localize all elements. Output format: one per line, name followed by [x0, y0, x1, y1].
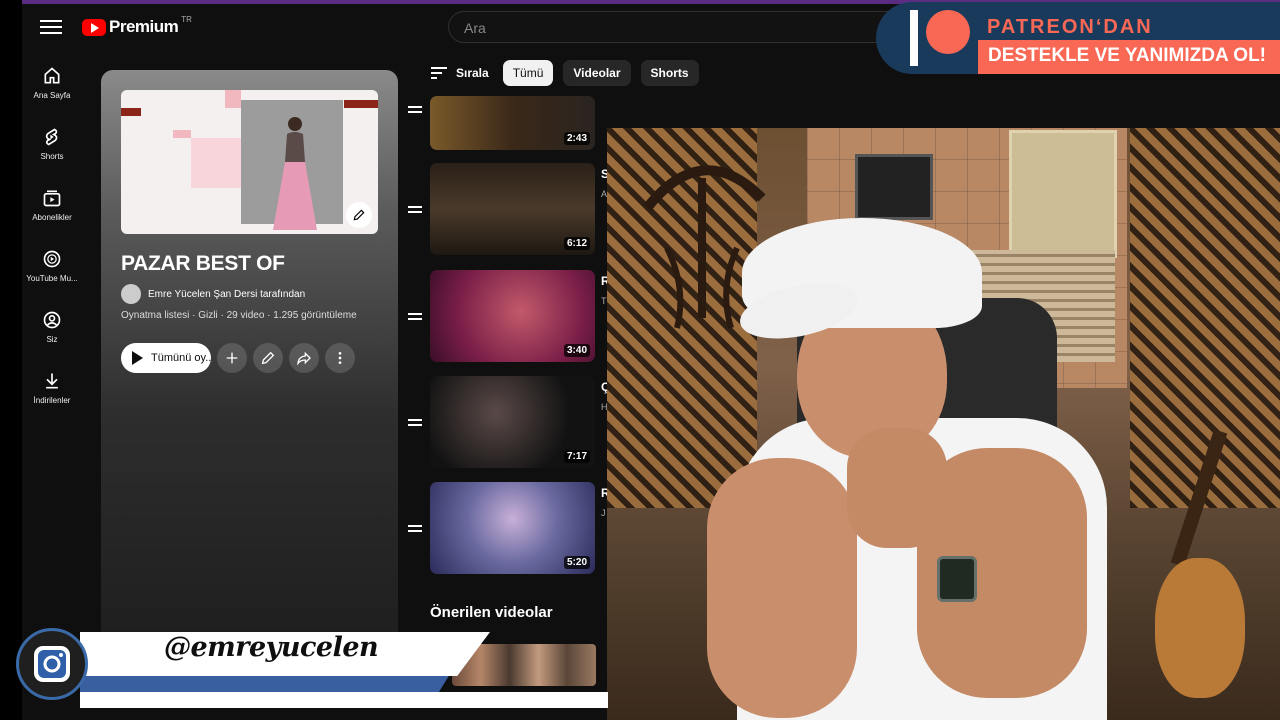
duration-badge: 2:43 — [563, 132, 590, 145]
drag-handle-icon[interactable] — [408, 310, 422, 323]
plus-icon — [226, 352, 238, 364]
patreon-line2: DESTEKLE VE YANIMIZDA OL! — [988, 45, 1266, 66]
duration-badge: 6:12 — [563, 237, 590, 250]
left-black-strip — [0, 0, 22, 720]
sidebar-item-home[interactable]: Ana Sayfa — [22, 66, 82, 100]
instagram-handle: @emreyucelen — [164, 632, 379, 663]
person-hands — [847, 428, 947, 548]
video-thumbnail[interactable]: 7:17 — [430, 376, 595, 468]
patreon-logo-circle — [926, 10, 970, 54]
menu-icon[interactable] — [40, 16, 62, 38]
share-button[interactable] — [289, 343, 319, 373]
duration-badge: 5:20 — [563, 556, 590, 569]
patreon-logo-bar — [910, 10, 918, 66]
gold-play-button-award — [1009, 130, 1117, 258]
play-all-label: Tümünü oy... — [151, 352, 211, 364]
video-thumbnail[interactable]: 2:43 — [430, 96, 595, 150]
drag-handle-icon[interactable] — [408, 522, 422, 535]
youtube-premium-logo[interactable]: Premium TR — [82, 14, 192, 37]
webcam-overlay — [607, 128, 1280, 720]
banner-blue-stripe — [80, 674, 450, 692]
smartwatch — [937, 556, 977, 602]
sidebar-item-label: Shorts — [40, 152, 64, 161]
pencil-icon — [261, 351, 275, 365]
list-item[interactable]: 3:40 R T — [406, 270, 607, 366]
playlist-owner[interactable]: Emre Yücelen Şan Dersi tarafından — [121, 284, 305, 304]
play-icon — [132, 351, 143, 365]
instagram-icon — [34, 646, 70, 682]
drag-handle-icon[interactable] — [408, 203, 422, 216]
playlist-thumbnail[interactable] — [121, 90, 378, 234]
chip-shorts[interactable]: Shorts — [640, 60, 699, 86]
youtube-music-icon — [43, 250, 61, 268]
sidebar-item-you[interactable]: Siz — [22, 310, 82, 344]
list-item[interactable]: 7:17 Ç H — [406, 376, 607, 472]
logo-country-code: TR — [181, 14, 192, 24]
instagram-banner: @emreyucelen — [16, 628, 608, 710]
list-item[interactable]: 5:20 R J — [406, 482, 607, 578]
sidebar-item-label: İndirilenler — [33, 396, 71, 405]
playlist-title: PAZAR BEST OF — [121, 252, 285, 275]
list-item[interactable]: 2:43 — [406, 59, 606, 151]
playlist-meta: Oynatma listesi · Gizli · 29 video · 1.2… — [121, 310, 357, 321]
person-arm-left — [707, 458, 857, 718]
video-thumbnail[interactable]: 6:12 — [430, 163, 595, 255]
banner-white-stripe — [80, 692, 608, 708]
silver-play-button-award — [855, 154, 933, 220]
share-icon — [297, 351, 311, 366]
logo-text: Premium — [109, 17, 179, 36]
pencil-icon — [353, 209, 365, 221]
suggested-heading: Önerilen videolar — [430, 604, 553, 621]
download-icon — [46, 373, 58, 389]
drag-handle-icon[interactable] — [408, 416, 422, 429]
performer-figure — [273, 117, 317, 230]
sidebar-item-label: YouTube Mu... — [26, 274, 78, 283]
video-thumbnail[interactable]: 5:20 — [430, 482, 595, 574]
more-vert-icon — [338, 352, 342, 364]
sidebar-item-subscriptions[interactable]: Abonelikler — [22, 188, 82, 222]
user-icon — [43, 311, 61, 329]
duration-badge: 7:17 — [563, 450, 590, 463]
edit-thumbnail-button[interactable] — [346, 202, 372, 228]
wall-lattice-right — [1130, 128, 1280, 508]
sidebar-item-shorts[interactable]: Shorts — [22, 127, 82, 161]
sidebar: Ana Sayfa Shorts Abonelikler YouTube Mu.… — [22, 54, 82, 720]
play-all-button[interactable]: Tümünü oy... — [121, 343, 211, 373]
youtube-play-icon — [82, 18, 106, 36]
more-button[interactable] — [325, 343, 355, 373]
playlist-actions: Tümünü oy... — [121, 343, 355, 373]
sidebar-item-downloads[interactable]: İndirilenler — [22, 371, 82, 405]
patreon-banner: PATREON‘DAN DESTEKLE VE YANIMIZDA OL! — [876, 0, 1280, 76]
home-icon — [44, 67, 60, 84]
patreon-line1: PATREON‘DAN — [987, 16, 1153, 38]
subscriptions-icon — [43, 190, 61, 207]
add-button[interactable] — [217, 343, 247, 373]
sidebar-item-youtube-music[interactable]: YouTube Mu... — [22, 249, 82, 283]
edit-button[interactable] — [253, 343, 283, 373]
drag-handle-icon[interactable] — [408, 103, 422, 116]
avatar — [121, 284, 141, 304]
shorts-icon — [45, 128, 58, 146]
duration-badge: 3:40 — [563, 344, 590, 357]
sidebar-item-label: Siz — [46, 335, 58, 344]
owner-name: Emre Yücelen Şan Dersi tarafından — [148, 288, 306, 300]
instagram-badge — [16, 628, 88, 700]
list-item[interactable]: 6:12 S A — [406, 163, 607, 259]
sidebar-item-label: Ana Sayfa — [33, 91, 71, 100]
search-input[interactable] — [462, 19, 866, 37]
sidebar-item-label: Abonelikler — [32, 213, 72, 222]
playlist-header-panel: PAZAR BEST OF Emre Yücelen Şan Dersi tar… — [101, 70, 398, 650]
patreon-line2-box: DESTEKLE VE YANIMIZDA OL! — [978, 40, 1280, 74]
search-box[interactable] — [448, 11, 918, 43]
video-thumbnail[interactable]: 3:40 — [430, 270, 595, 362]
acoustic-guitar — [1155, 558, 1245, 698]
